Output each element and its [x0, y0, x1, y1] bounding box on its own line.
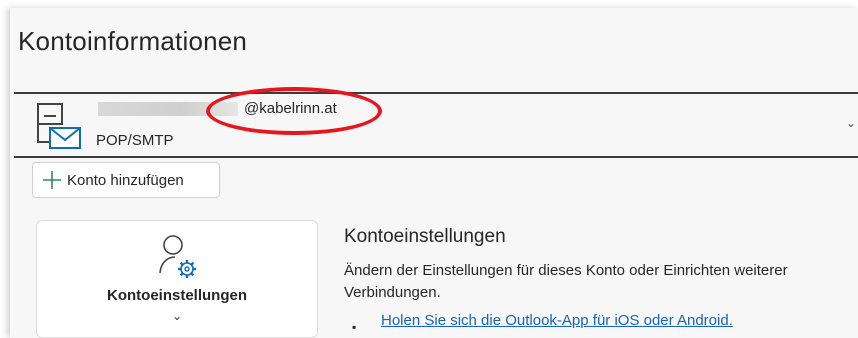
- add-account-button[interactable]: Konto hinzufügen: [32, 162, 220, 198]
- account-type: POP/SMTP: [96, 132, 174, 149]
- section-description: Ändern der Einstellungen für dieses Kont…: [344, 262, 788, 301]
- section-heading: Kontoeinstellungen: [344, 226, 506, 247]
- page-title: Kontoinformationen: [18, 26, 248, 56]
- mailbox-icon: [36, 102, 84, 155]
- bullet-icon: ▪: [352, 320, 357, 334]
- add-account-label: Konto hinzufügen: [67, 172, 184, 189]
- account-settings-button[interactable]: Kontoeinstellungen ⌄: [36, 220, 318, 338]
- account-settings-label: Kontoeinstellungen: [107, 287, 247, 304]
- outlook-app-link[interactable]: Holen Sie sich die Outlook-App für iOS o…: [381, 312, 733, 329]
- chevron-down-icon: ⌄: [171, 309, 183, 323]
- plus-icon: [41, 167, 63, 198]
- account-selector[interactable]: @kabelrinn.at POP/SMTP ⌄: [14, 92, 858, 158]
- chevron-down-icon[interactable]: ⌄: [846, 116, 856, 130]
- user-gear-icon: [157, 233, 205, 288]
- highlight-circle: [206, 87, 382, 135]
